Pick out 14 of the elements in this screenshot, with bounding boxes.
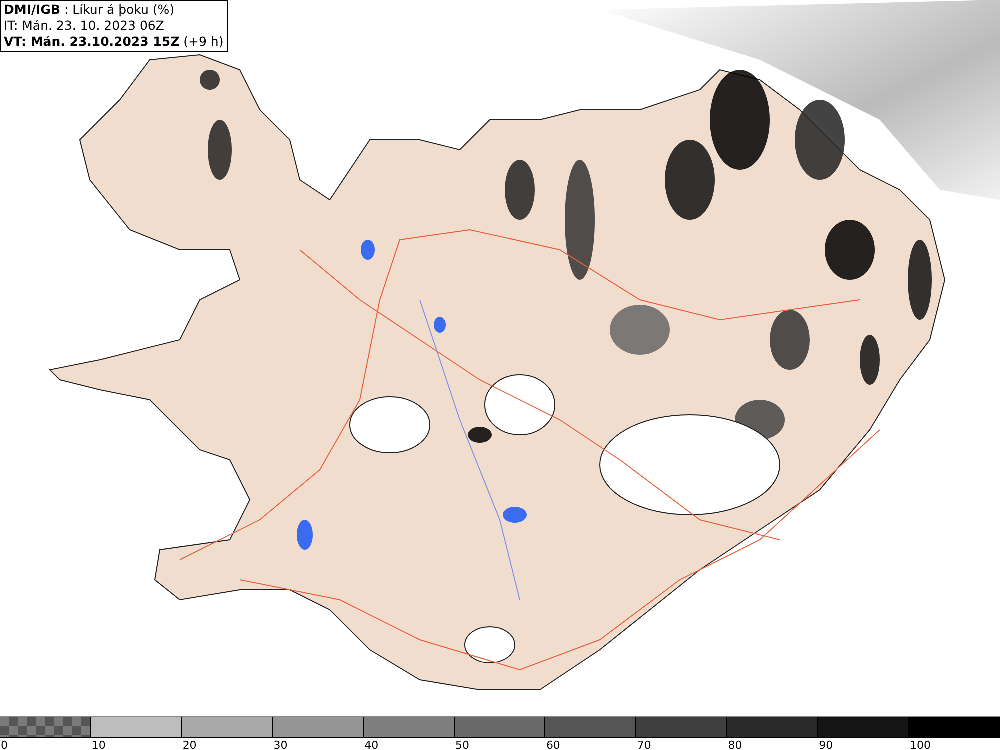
legend-label: 90: [818, 738, 834, 750]
legend-label: 0: [0, 738, 8, 750]
legend-label: 100: [909, 738, 932, 750]
legend-label: 80: [727, 738, 742, 750]
legend-label: 70: [636, 738, 652, 750]
legend-label: 50: [454, 738, 470, 750]
legend-label: 60: [545, 738, 560, 750]
legend-label: 20: [182, 738, 197, 750]
legend-label: 30: [272, 738, 288, 750]
info-text: VT: Mán. 23.10.2023 15Z (+9 h): [4, 34, 224, 50]
legend-label: 10: [90, 738, 106, 750]
legend-label: 40: [364, 738, 379, 750]
info-text: IT: Mán. 23. 10. 2023 06Z: [4, 18, 166, 34]
info-text: DMI/IGB : Líkur á þoku (%): [4, 2, 176, 18]
